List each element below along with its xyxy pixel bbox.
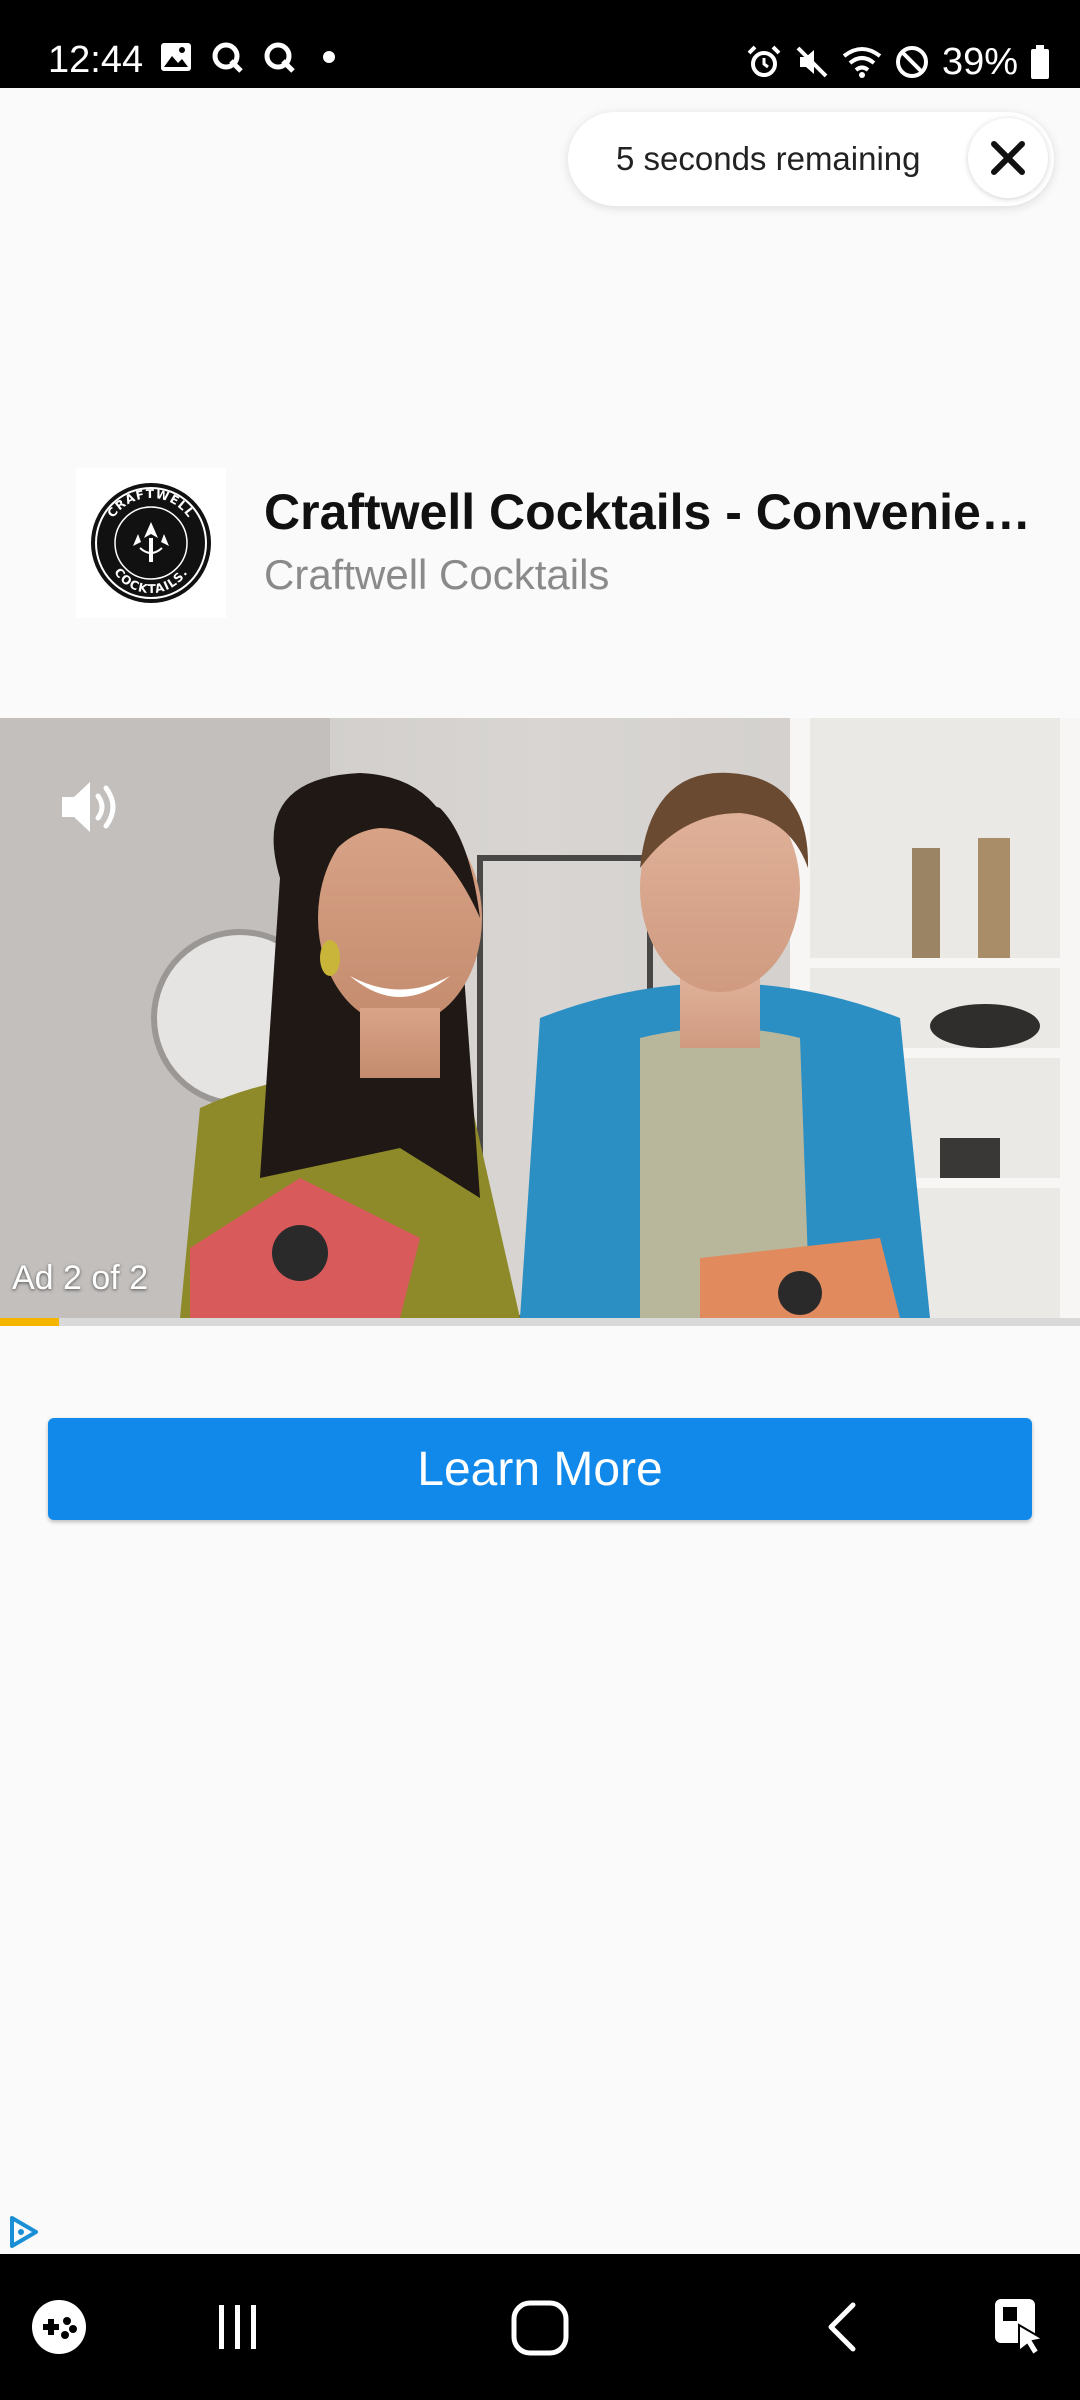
ad-title[interactable]: Craftwell Cocktails - Convenient… [264,480,1034,544]
close-button[interactable] [968,118,1048,198]
game-launcher-button[interactable] [24,2292,94,2362]
status-right-icons: 39% [746,38,1050,86]
home-button[interactable] [505,2292,575,2362]
do-not-disturb-icon [895,46,928,78]
status-time: 12:44 [48,39,144,81]
video-progress-fill [0,1318,60,1326]
ad-counter: Ad 2 of 2 [12,1259,149,1297]
screen-assist-button[interactable] [986,2292,1056,2362]
learn-more-button[interactable]: Learn More [48,1418,1032,1520]
battery-percent: 39% [941,41,1018,83]
countdown-pill: 5 seconds remaining [568,112,1054,206]
battery-icon [1031,45,1049,79]
wifi-icon [842,47,882,78]
recent-apps-button[interactable] [202,2292,272,2362]
game-launcher-icon [32,2300,86,2354]
home-icon [511,2300,569,2356]
q-icon [212,42,243,73]
video-frame-image [0,718,1080,1318]
adchoices-icon[interactable] [6,2214,42,2250]
ad-screen: 12:44 39% 5 seconds remaining CRAFTWELL … [0,0,1080,2400]
craftwell-logo-icon: CRAFTWELL COCKTAILS. [88,480,214,606]
ad-video[interactable]: Ad 2 of 2 [0,718,1080,1318]
advertiser-name: Craftwell Cocktails [264,551,610,598]
status-bar: 12:44 39% [0,0,1080,88]
navigation-bar [0,2254,1080,2400]
recent-apps-icon [219,2305,256,2349]
image-icon [161,43,191,71]
dot-icon [323,51,335,63]
advertiser-logo[interactable]: CRAFTWELL COCKTAILS. [76,468,226,618]
alarm-icon [747,45,781,77]
back-button[interactable] [808,2292,878,2362]
q-icon [264,42,295,73]
back-icon [828,2302,856,2352]
close-icon [991,141,1025,175]
volume-button[interactable] [56,772,126,842]
volume-icon [62,782,116,832]
video-progress-bar [0,1318,1080,1326]
mute-icon [796,46,828,78]
status-left-icons [160,40,344,74]
screen-assist-icon [995,2299,1046,2357]
countdown-text: 5 seconds remaining [616,140,921,177]
